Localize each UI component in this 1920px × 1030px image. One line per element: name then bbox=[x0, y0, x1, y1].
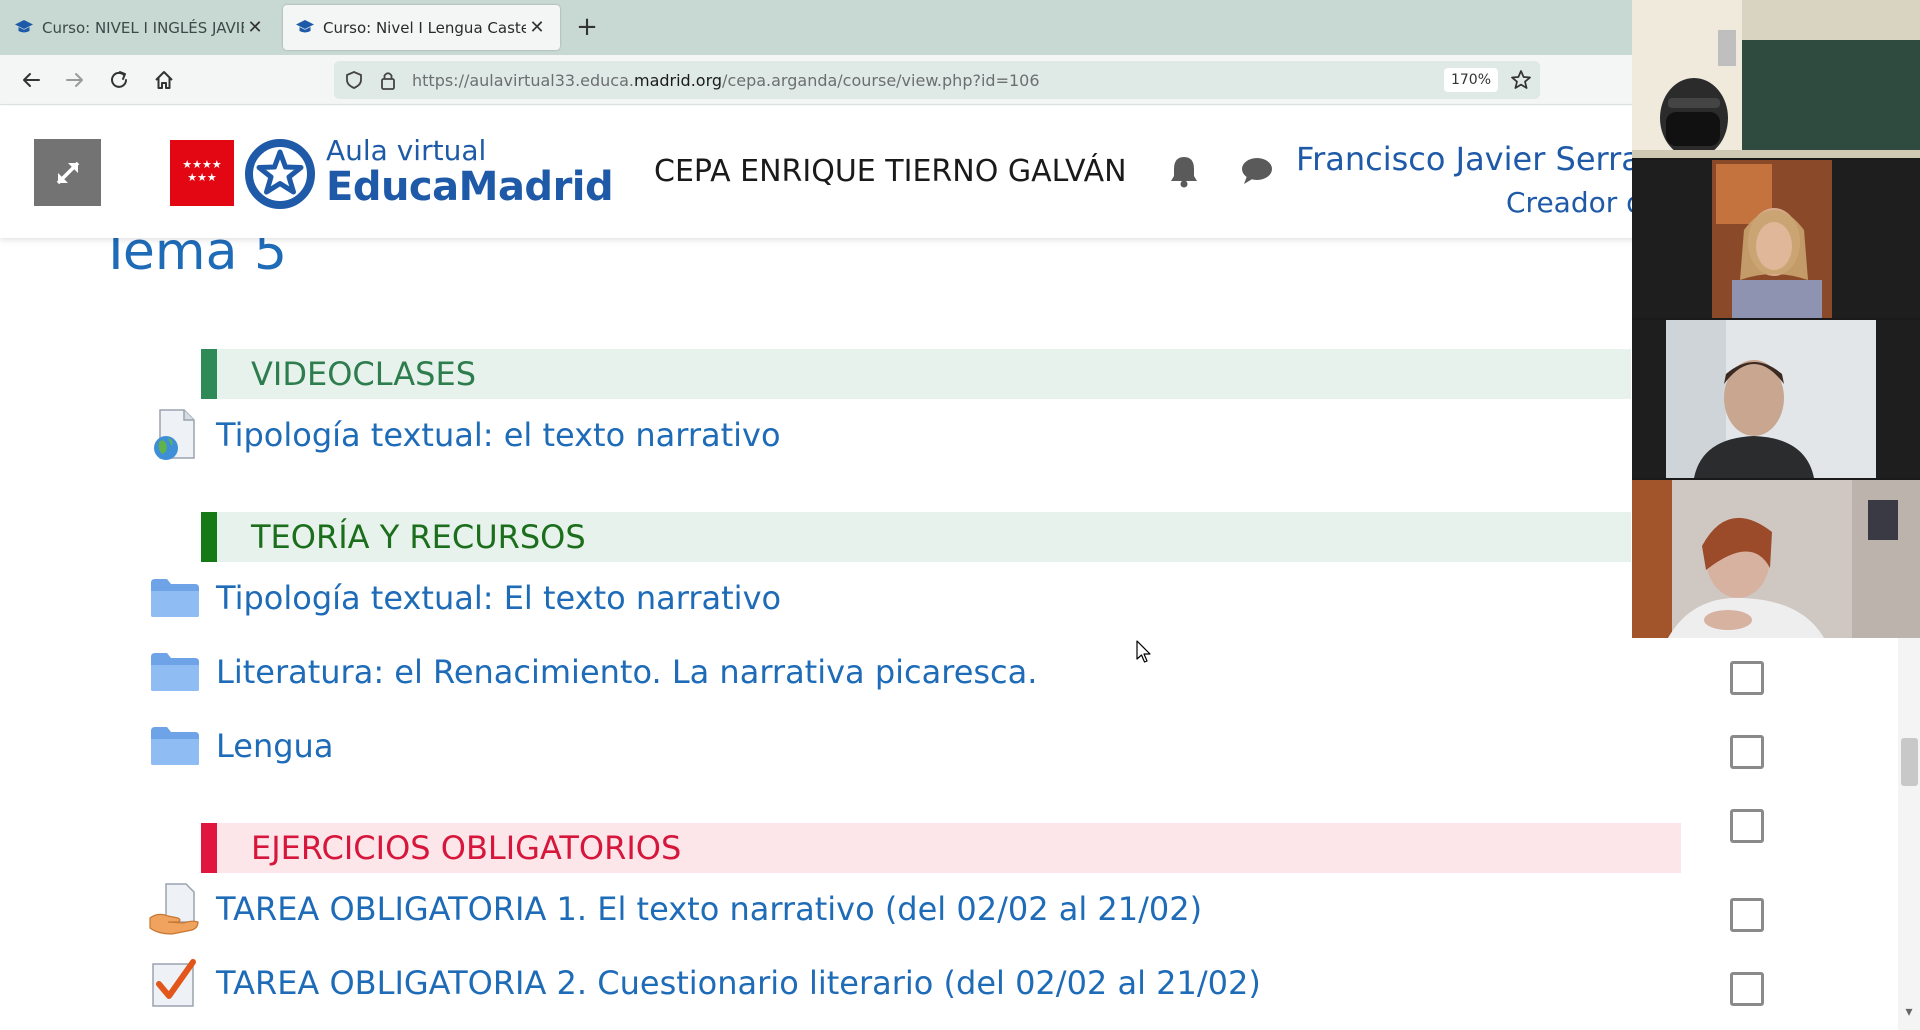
activity-folder[interactable]: Lengua bbox=[148, 718, 333, 774]
reload-icon bbox=[111, 71, 127, 88]
participant-video-tile[interactable] bbox=[1632, 480, 1920, 638]
comunidad-madrid-logo[interactable]: ★★★★ ★★★ bbox=[170, 140, 234, 206]
participant-video-tile[interactable] bbox=[1632, 0, 1920, 158]
forward-button[interactable] bbox=[60, 65, 90, 95]
mouse-cursor-icon bbox=[1136, 640, 1152, 668]
tab-nivel-lengua[interactable]: Curso: Nivel I Lengua Castellana ✕ bbox=[283, 5, 560, 50]
user-full-name[interactable]: Francisco Javier Serrano bbox=[1296, 140, 1681, 178]
fullscreen-toggle-button[interactable] bbox=[34, 139, 101, 206]
activity-folder[interactable]: Literatura: el Renacimiento. La narrativ… bbox=[148, 644, 1037, 700]
educamadrid-star-logo[interactable] bbox=[244, 138, 316, 210]
participant-video-feed bbox=[1632, 0, 1920, 158]
star-icon[interactable] bbox=[1510, 69, 1532, 95]
bell-icon[interactable] bbox=[1168, 154, 1200, 192]
activity-link[interactable]: TAREA OBLIGATORIA 1. El texto narrativo … bbox=[216, 890, 1202, 928]
graduation-cap-icon bbox=[295, 19, 317, 37]
url-globe-icon bbox=[148, 408, 202, 462]
address-bar[interactable]: https://aulavirtual33.educa.madrid.org/c… bbox=[334, 61, 1540, 99]
shield-icon[interactable] bbox=[344, 70, 364, 94]
reload-button[interactable] bbox=[104, 65, 134, 95]
chevron-down-icon[interactable]: ▾ bbox=[1900, 1004, 1918, 1024]
brand-educamadrid[interactable]: EducaMadrid bbox=[326, 164, 614, 210]
graduation-cap-icon bbox=[14, 19, 36, 37]
activity-quiz[interactable]: TAREA OBLIGATORIA 2. Cuestionario litera… bbox=[148, 955, 1261, 1011]
expand-icon bbox=[56, 161, 79, 184]
url-text[interactable]: https://aulavirtual33.educa.madrid.org/c… bbox=[412, 71, 1040, 90]
tab-nivel-ingles[interactable]: Curso: NIVEL I INGLÉS JAVIER ✕ bbox=[2, 5, 278, 50]
new-tab-button[interactable]: + bbox=[572, 12, 602, 42]
scrollbar-thumb[interactable] bbox=[1901, 738, 1918, 786]
completion-checkbox[interactable] bbox=[1730, 809, 1764, 843]
completion-checkbox[interactable] bbox=[1730, 661, 1764, 695]
completion-checkbox[interactable] bbox=[1730, 735, 1764, 769]
participant-video-tile[interactable] bbox=[1632, 320, 1920, 478]
activity-link[interactable]: Literatura: el Renacimiento. La narrativ… bbox=[216, 653, 1037, 691]
arrow-left-icon bbox=[23, 73, 40, 87]
participant-video-feed bbox=[1632, 480, 1920, 638]
close-icon[interactable]: ✕ bbox=[526, 17, 548, 38]
activity-url[interactable]: Tipología textual: el texto narrativo bbox=[148, 407, 781, 463]
cam-stars: ★★★★ ★★★ bbox=[182, 158, 222, 184]
participant-video-feed bbox=[1632, 320, 1920, 478]
url-path: /cepa.arganda/course/view.php?id=106 bbox=[722, 71, 1040, 90]
url-domain: madrid.org bbox=[633, 71, 723, 90]
folder-icon bbox=[148, 719, 202, 773]
arrow-right-icon bbox=[66, 73, 83, 87]
zoom-level-badge[interactable]: 170% bbox=[1444, 68, 1498, 92]
label-teoria-recursos: TEORÍA Y RECURSOS bbox=[201, 512, 1631, 562]
activity-link[interactable]: TAREA OBLIGATORIA 2. Cuestionario litera… bbox=[216, 964, 1261, 1002]
chat-bubble-icon[interactable] bbox=[1240, 156, 1274, 190]
close-icon[interactable]: ✕ bbox=[244, 17, 266, 38]
activity-assignment[interactable]: TAREA OBLIGATORIA 1. El texto narrativo … bbox=[148, 881, 1202, 937]
lock-icon[interactable] bbox=[378, 69, 398, 95]
home-icon bbox=[155, 71, 173, 89]
label-videoclases: VIDEOCLASES bbox=[201, 349, 1631, 399]
activity-link[interactable]: Tipología textual: el texto narrativo bbox=[216, 416, 781, 454]
activity-folder[interactable]: Tipología textual: El texto narrativo bbox=[148, 570, 781, 626]
back-button[interactable] bbox=[16, 65, 46, 95]
video-call-panel bbox=[1632, 0, 1920, 638]
user-role: Creador d bbox=[1506, 186, 1644, 219]
folder-icon bbox=[148, 571, 202, 625]
completion-checkbox[interactable] bbox=[1730, 898, 1764, 932]
activity-link[interactable]: Tipología textual: El texto narrativo bbox=[216, 579, 781, 617]
activity-link[interactable]: Lengua bbox=[216, 727, 333, 765]
home-button[interactable] bbox=[149, 65, 179, 95]
tab-label: Curso: NIVEL I INGLÉS JAVIER bbox=[42, 18, 244, 37]
participant-video-tile[interactable] bbox=[1632, 160, 1920, 318]
brand-aula-virtual[interactable]: Aula virtual bbox=[326, 134, 486, 167]
assignment-icon bbox=[148, 882, 202, 936]
url-prefix: https://aulavirtual33.educa. bbox=[412, 71, 634, 90]
label-ejercicios-obligatorios: EJERCICIOS OBLIGATORIOS bbox=[201, 823, 1681, 873]
school-name: CEPA ENRIQUE TIERNO GALVÁN bbox=[654, 154, 1127, 189]
participant-video-feed bbox=[1632, 160, 1920, 318]
completion-checkbox[interactable] bbox=[1730, 972, 1764, 1006]
folder-icon bbox=[148, 645, 202, 699]
tab-label: Curso: Nivel I Lengua Castellana bbox=[323, 18, 526, 37]
quiz-icon bbox=[148, 956, 202, 1010]
